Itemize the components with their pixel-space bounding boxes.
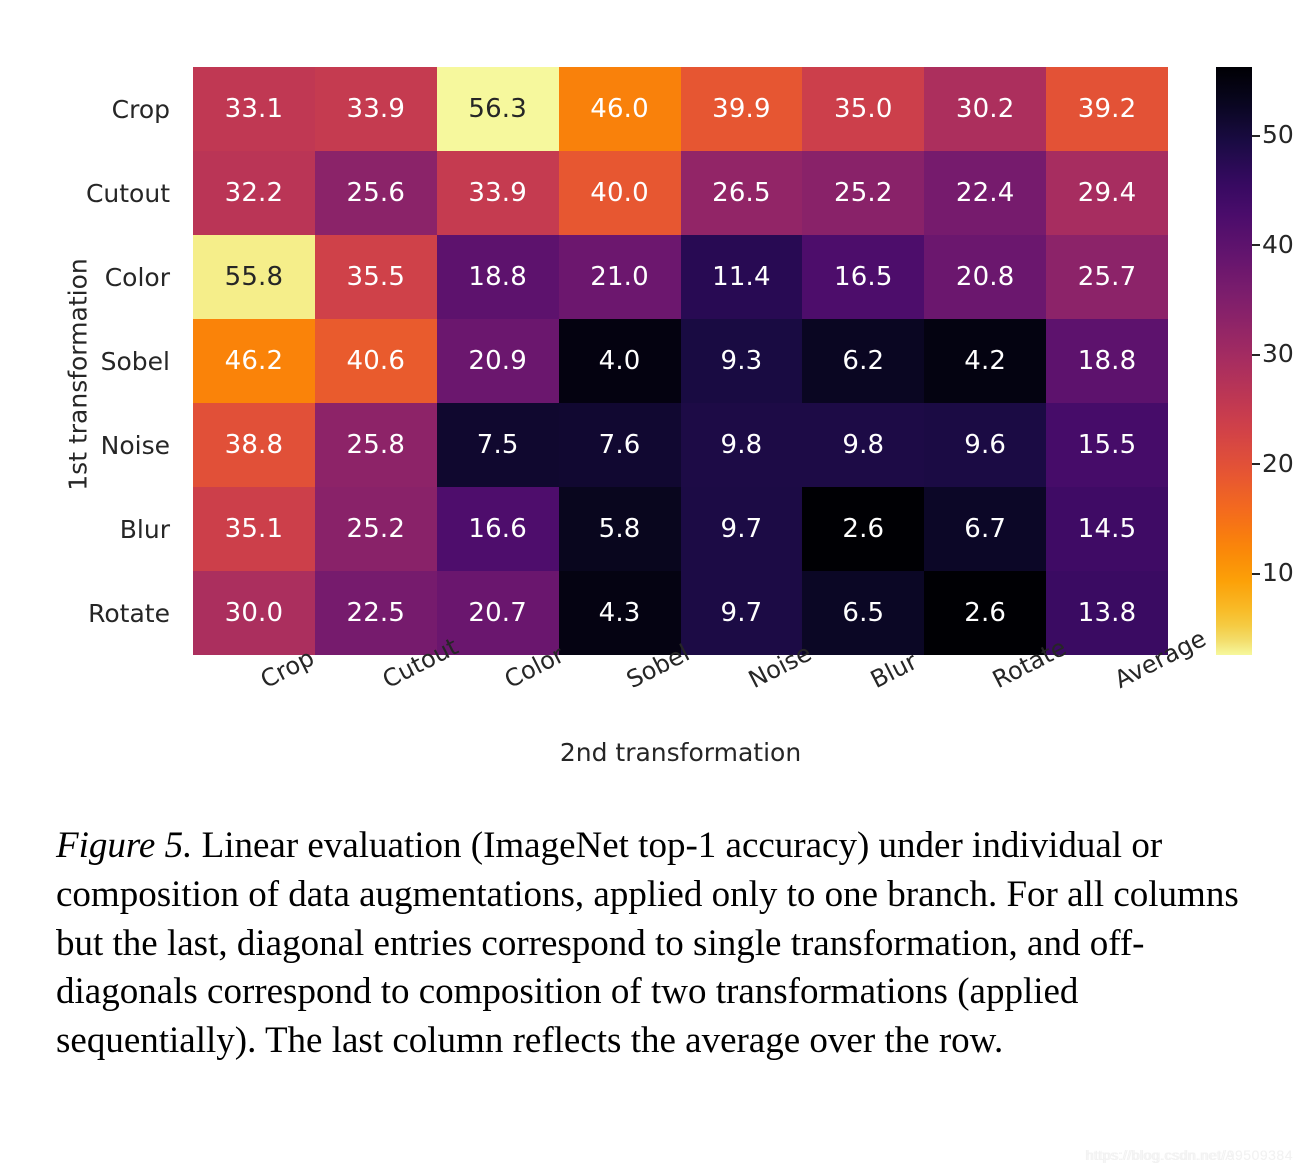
heatmap-cell: 35.0 bbox=[802, 67, 925, 151]
heatmap-cell: 7.6 bbox=[558, 403, 681, 487]
heatmap-cell: 4.3 bbox=[558, 571, 681, 655]
heatmap-cell: 33.9 bbox=[314, 67, 437, 151]
heatmap-cell: 18.8 bbox=[436, 235, 559, 319]
heatmap-cell: 20.8 bbox=[924, 235, 1047, 319]
heatmap-cell: 25.8 bbox=[314, 403, 437, 487]
heatmap-cell: 4.0 bbox=[558, 319, 681, 403]
colorbar-tick-label: 40 bbox=[1262, 229, 1294, 259]
colorbar-tick-mark bbox=[1252, 353, 1260, 356]
heatmap-cell: 21.0 bbox=[558, 235, 681, 319]
colorbar-gradient bbox=[1216, 67, 1252, 655]
colorbar: 10 20 30 40 50 bbox=[1216, 67, 1294, 655]
y-tick-label-cutout: Cutout bbox=[85, 178, 170, 208]
colorbar-tick-label: 20 bbox=[1262, 448, 1294, 478]
heatmap-cell: 9.7 bbox=[680, 487, 803, 571]
heatmap-cell: 25.7 bbox=[1046, 235, 1168, 319]
heatmap-cell: 5.8 bbox=[558, 487, 681, 571]
heatmap-cell: 35.1 bbox=[193, 487, 315, 571]
heatmap-cell: 20.9 bbox=[436, 319, 559, 403]
colorbar-tick-mark bbox=[1252, 134, 1260, 137]
heatmap-cell: 25.2 bbox=[314, 487, 437, 571]
heatmap-cell: 46.2 bbox=[193, 319, 315, 403]
heatmap-cell: 55.8 bbox=[193, 235, 315, 319]
heatmap-cell: 6.7 bbox=[924, 487, 1047, 571]
colorbar-ticks: 10 20 30 40 50 bbox=[1252, 67, 1305, 655]
colorbar-tick-mark bbox=[1252, 463, 1260, 466]
colorbar-tick-mark bbox=[1252, 244, 1260, 247]
heatmap-cell: 2.6 bbox=[924, 571, 1047, 655]
heatmap-cell: 40.0 bbox=[558, 151, 681, 235]
heatmap-cell: 30.2 bbox=[924, 67, 1047, 151]
heatmap-cell: 6.2 bbox=[802, 319, 925, 403]
heatmap-cell: 6.5 bbox=[802, 571, 925, 655]
heatmap-cell: 4.2 bbox=[924, 319, 1047, 403]
colorbar-tick-label: 50 bbox=[1262, 120, 1294, 150]
heatmap-cell: 30.0 bbox=[193, 571, 315, 655]
x-tick-label-blur: Blur bbox=[865, 647, 922, 694]
heatmap-cell: 22.5 bbox=[314, 571, 437, 655]
y-axis-tick-labels: Crop Cutout Color Sobel Noise Blur Rotate bbox=[40, 67, 182, 655]
heatmap-cell: 32.2 bbox=[193, 151, 315, 235]
heatmap-cell: 26.5 bbox=[680, 151, 803, 235]
heatmap-cell: 38.8 bbox=[193, 403, 315, 487]
x-axis-tick-labels: Crop Cutout Color Sobel Noise Blur Rotate Avera… bbox=[193, 624, 1210, 745]
x-axis-title: 2nd transformation bbox=[559, 738, 802, 767]
y-tick-label-sobel: Sobel bbox=[100, 346, 170, 376]
heatmap-cell: 39.2 bbox=[1046, 67, 1168, 151]
heatmap-cell: 25.6 bbox=[314, 151, 437, 235]
heatmap-cell: 9.7 bbox=[680, 571, 803, 655]
heatmap-cell: 25.2 bbox=[802, 151, 925, 235]
heatmap-cell: 16.5 bbox=[802, 235, 925, 319]
heatmap-figure: 1st transformation Crop Cutout Color Sobel N… bbox=[0, 0, 1305, 800]
heatmap-cell: 16.6 bbox=[436, 487, 559, 571]
y-tick-label-blur: Blur bbox=[119, 514, 170, 544]
heatmap-cell: 9.3 bbox=[680, 319, 803, 403]
heatmap-cell: 39.9 bbox=[680, 67, 803, 151]
heatmap-cell: 33.9 bbox=[436, 151, 559, 235]
heatmap-cell: 15.5 bbox=[1046, 403, 1168, 487]
heatmap-cell: 22.4 bbox=[924, 151, 1047, 235]
y-tick-label-noise: Noise bbox=[100, 430, 170, 460]
colorbar-tick-label: 10 bbox=[1262, 558, 1294, 588]
heatmap-cell: 18.8 bbox=[1046, 319, 1168, 403]
colorbar-tick-mark bbox=[1252, 572, 1260, 575]
heatmap-cell: 13.8 bbox=[1046, 571, 1168, 655]
figure-number: Figure 5. bbox=[56, 825, 193, 866]
caption-text: Linear evaluation (ImageNet top-1 accura… bbox=[56, 825, 1239, 1062]
figure-caption: Figure 5. Linear evaluation (ImageNet to… bbox=[56, 822, 1276, 1066]
y-tick-label-crop: Crop bbox=[111, 94, 170, 124]
heatmap-cell: 7.5 bbox=[436, 403, 559, 487]
heatmap-cell: 11.4 bbox=[680, 235, 803, 319]
watermark-line-2: https://blog.csdn.net/A9509384 bbox=[1084, 1147, 1293, 1163]
heatmap-cell: 29.4 bbox=[1046, 151, 1168, 235]
heatmap-cell: 9.8 bbox=[680, 403, 803, 487]
heatmap-cell: 9.6 bbox=[924, 403, 1047, 487]
heatmap-cell: 40.6 bbox=[314, 319, 437, 403]
y-tick-label-rotate: Rotate bbox=[88, 598, 170, 628]
heatmap-cell: 46.0 bbox=[558, 67, 681, 151]
heatmap-grid: 33.1 33.9 56.3 46.0 39.9 35.0 30.2 39.2 32.2 25.6… bbox=[193, 67, 1168, 655]
heatmap-cell: 9.8 bbox=[802, 403, 925, 487]
heatmap-cell: 35.5 bbox=[314, 235, 437, 319]
heatmap-cell: 2.6 bbox=[802, 487, 925, 571]
colorbar-tick-label: 30 bbox=[1262, 339, 1294, 369]
y-tick-label-color: Color bbox=[104, 262, 170, 292]
heatmap-cell: 56.3 bbox=[436, 67, 559, 151]
heatmap-cell: 33.1 bbox=[193, 67, 315, 151]
heatmap-cell: 14.5 bbox=[1046, 487, 1168, 571]
watermark: https://blog.csdn.net/99509384 https://bl… bbox=[1084, 1147, 1293, 1163]
